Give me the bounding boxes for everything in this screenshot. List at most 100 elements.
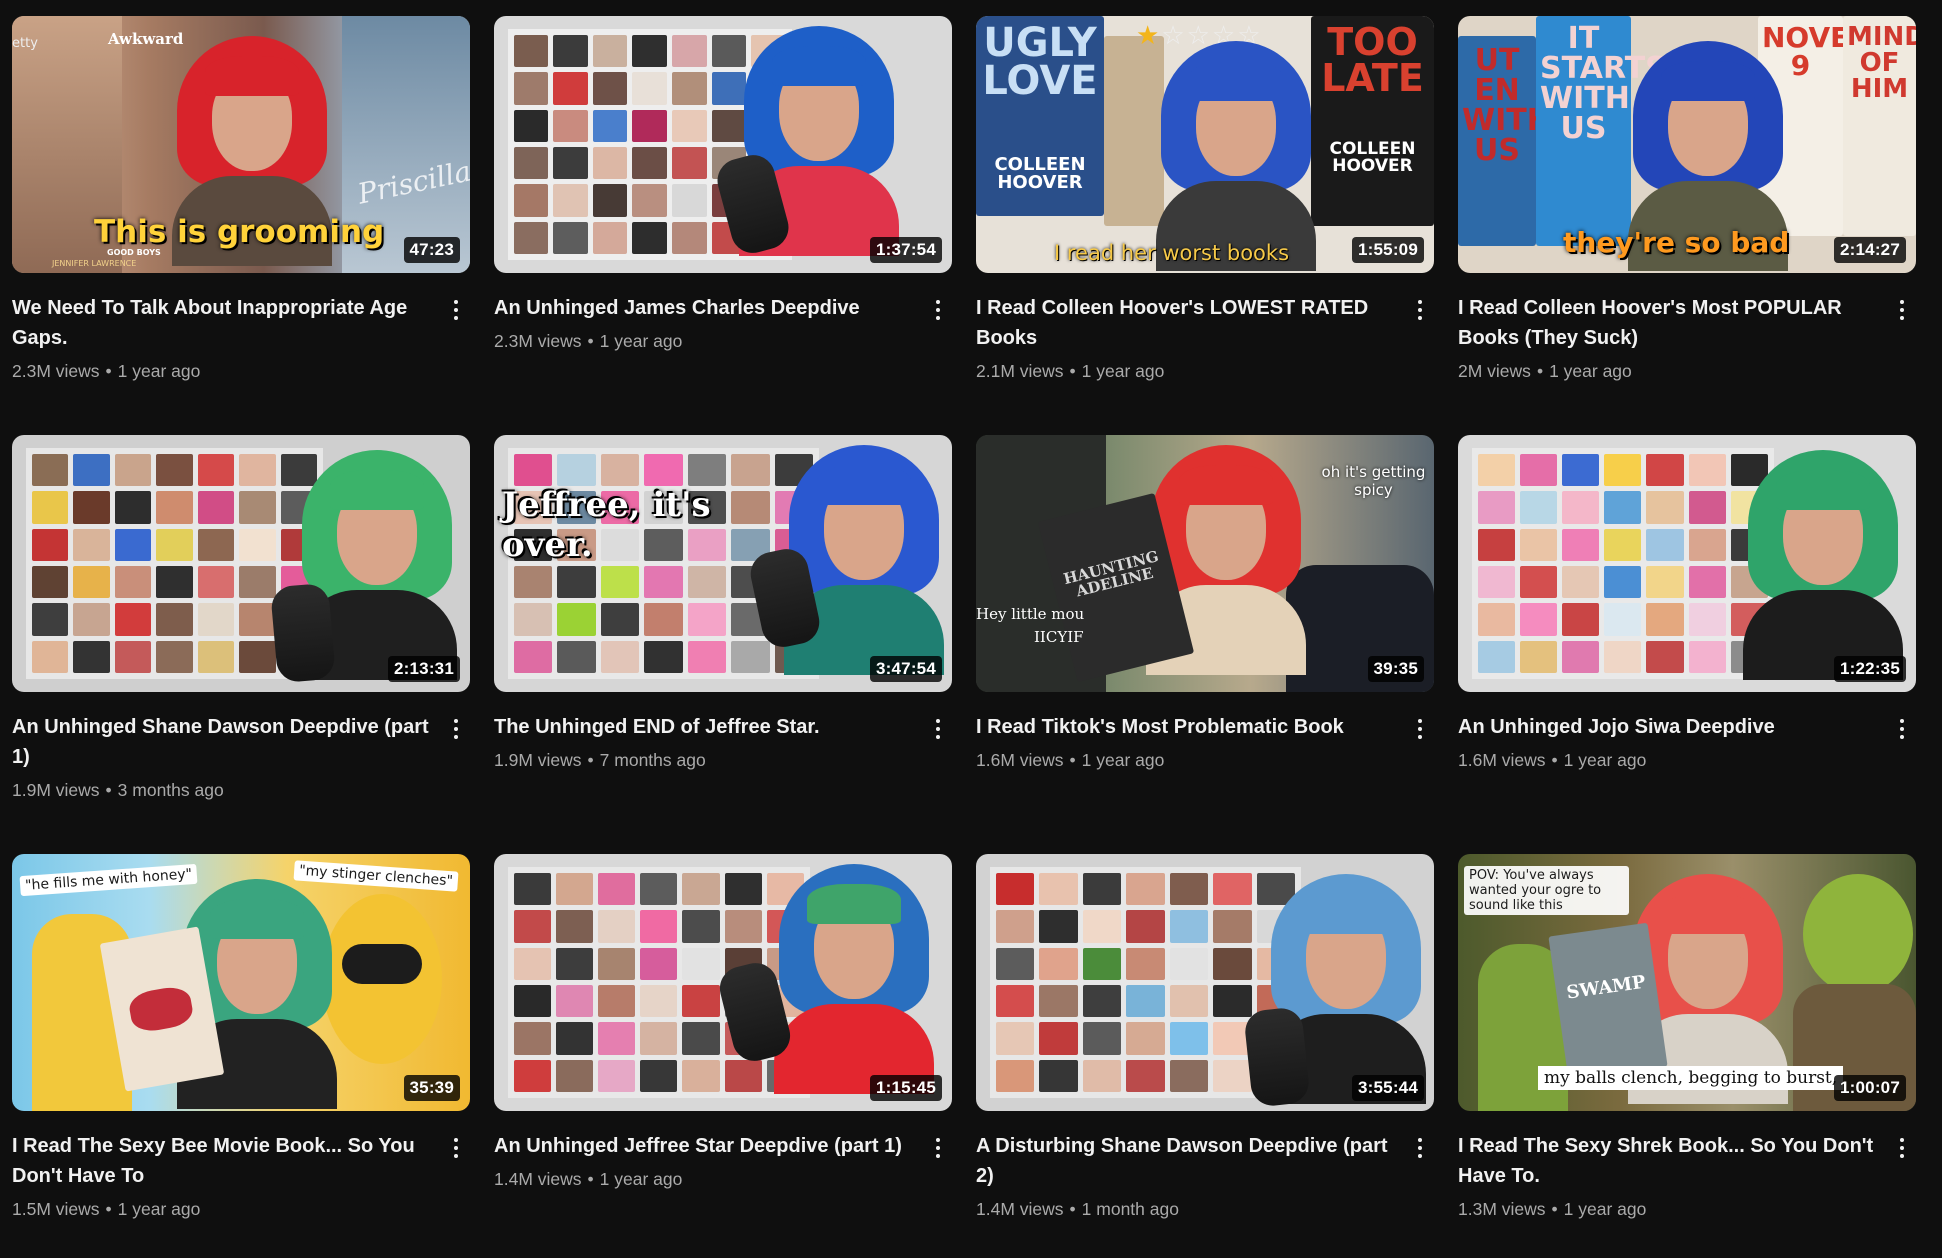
more-options-icon[interactable] [926,1133,950,1163]
video-meta: A Disturbing Shane Dawson Deepdive (part… [976,1131,1434,1223]
video-card[interactable]: "he fills me with honey" "my stinger cle… [12,854,470,1258]
upload-age: 1 year ago [1081,750,1165,770]
thumbnail-label: Awkward [108,30,184,48]
view-count: 2.3M views [12,361,100,381]
video-card[interactable]: SWAMP POV: You've always wanted your ogr… [1458,854,1916,1258]
more-options-icon[interactable] [926,714,950,744]
video-thumbnail[interactable]: etty Awkward Priscilla GOOD BOYS JENNIFE… [12,16,470,273]
duration-badge: 3:55:44 [1352,1075,1424,1101]
video-title[interactable]: I Read The Sexy Bee Movie Book... So You… [12,1131,434,1191]
more-options-icon[interactable] [444,1133,468,1163]
upload-age: 1 year ago [1081,361,1165,381]
duration-badge: 1:15:45 [870,1075,942,1101]
upload-age: 1 year ago [117,361,201,381]
duration-badge: 1:37:54 [870,237,942,263]
video-thumbnail[interactable]: SWAMP POV: You've always wanted your ogr… [1458,854,1916,1111]
video-stats: 1.9M views • 3 months ago [12,776,434,804]
thumbnail-overlay-text: This is grooming [94,214,385,250]
separator: • [105,361,112,381]
video-title[interactable]: An Unhinged Jojo Siwa Deepdive [1458,712,1880,742]
view-count: 2.1M views [976,361,1064,381]
more-options-icon[interactable] [1890,1133,1914,1163]
upload-age: 1 year ago [599,331,683,351]
video-thumbnail[interactable]: 1:15:45 [494,854,952,1111]
video-card[interactable]: 3:55:44 A Disturbing Shane Dawson Deepdi… [976,854,1434,1258]
video-card[interactable]: UT EN WITH US IT STARTS WITH US NOVEMBER… [1458,16,1916,420]
video-stats: 1.6M views • 1 year ago [1458,746,1880,774]
book-cover: TOO LATE COLLEEN HOOVER [1311,16,1434,226]
video-stats: 2.1M views • 1 year ago [976,357,1398,385]
video-stats: 1.9M views • 7 months ago [494,746,916,774]
book-cover: UGLY LOVE COLLEEN HOOVER [976,16,1104,216]
video-card[interactable]: etty Awkward Priscilla GOOD BOYS JENNIFE… [12,16,470,420]
thumbnail-overlay-text: Jeffree, it's over. [502,485,711,565]
upload-age: 1 month ago [1081,1199,1179,1219]
video-card[interactable]: 1:22:35 An Unhinged Jojo Siwa Deepdive 1… [1458,435,1916,839]
video-card[interactable]: UGLY LOVE COLLEEN HOOVER TOO LATE COLLEE… [976,16,1434,420]
upload-age: 1 year ago [599,1169,683,1189]
video-grid: etty Awkward Priscilla GOOD BOYS JENNIFE… [12,16,1916,1258]
video-meta: We Need To Talk About Inappropriate Age … [12,293,470,385]
duration-badge: 1:00:07 [1834,1075,1906,1101]
more-options-icon[interactable] [1408,714,1432,744]
thumbnail-label: Hey little mou [976,605,1085,623]
more-options-icon[interactable] [926,295,950,325]
upload-age: 3 months ago [117,780,224,800]
video-card[interactable]: 2:13:31 An Unhinged Shane Dawson Deepdiv… [12,435,470,839]
video-title[interactable]: We Need To Talk About Inappropriate Age … [12,293,434,353]
video-thumbnail[interactable]: 3:55:44 [976,854,1434,1111]
microphone-icon [1243,1006,1311,1108]
video-meta: An Unhinged James Charles Deepdive 2.3M … [494,293,952,355]
video-meta: I Read Colleen Hoover's LOWEST RATED Boo… [976,293,1434,385]
thumbnail-label: IICYIF [1034,628,1084,646]
video-thumbnail[interactable]: 2:13:31 [12,435,470,692]
video-thumbnail[interactable]: "he fills me with honey" "my stinger cle… [12,854,470,1111]
separator: • [1551,750,1558,770]
thumbnail-overlay-text: my balls clench, begging to burst, [1538,1066,1844,1090]
separator: • [105,1199,112,1219]
thumbnail-label: oh it's getting spicy [1321,463,1426,499]
more-options-icon[interactable] [1890,714,1914,744]
video-stats: 1.5M views • 1 year ago [12,1195,434,1223]
video-title[interactable]: I Read Colleen Hoover's LOWEST RATED Boo… [976,293,1398,353]
view-count: 1.9M views [12,780,100,800]
video-thumbnail[interactable]: UT EN WITH US IT STARTS WITH US NOVEMBER… [1458,16,1916,273]
upload-age: 1 year ago [1549,361,1632,381]
video-stats: 1.4M views • 1 month ago [976,1195,1398,1223]
video-title[interactable]: The Unhinged END of Jeffree Star. [494,712,916,742]
video-thumbnail[interactable]: 1:37:54 [494,16,952,273]
more-options-icon[interactable] [444,714,468,744]
thumbnail-label: JENNIFER LAWRENCE [52,259,137,268]
separator: • [587,1169,594,1189]
video-title[interactable]: An Unhinged Shane Dawson Deepdive (part … [12,712,434,772]
video-meta: I Read Colleen Hoover's Most POPULAR Boo… [1458,293,1916,385]
video-thumbnail[interactable]: Jeffree, it's over. 3:47:54 [494,435,952,692]
video-thumbnail[interactable]: UGLY LOVE COLLEEN HOOVER TOO LATE COLLEE… [976,16,1434,273]
separator: • [1069,1199,1076,1219]
video-card[interactable]: Jeffree, it's over. 3:47:54 The Unhinged… [494,435,952,839]
video-title[interactable]: A Disturbing Shane Dawson Deepdive (part… [976,1131,1398,1191]
more-options-icon[interactable] [1408,295,1432,325]
video-card[interactable]: 1:15:45 An Unhinged Jeffree Star Deepdiv… [494,854,952,1258]
more-options-icon[interactable] [1890,295,1914,325]
more-options-icon[interactable] [1408,1133,1432,1163]
view-count: 1.5M views [12,1199,100,1219]
upload-age: 1 year ago [1563,750,1647,770]
video-title[interactable]: I Read The Sexy Shrek Book... So You Don… [1458,1131,1880,1191]
separator: • [1069,750,1076,770]
video-card[interactable]: 1:37:54 An Unhinged James Charles Deepdi… [494,16,952,420]
video-thumbnail[interactable]: 1:22:35 [1458,435,1916,692]
duration-badge: 1:22:35 [1834,656,1906,682]
video-card[interactable]: HAUNTING ADELINE oh it's getting spicy H… [976,435,1434,839]
video-title[interactable]: An Unhinged Jeffree Star Deepdive (part … [494,1131,916,1161]
more-options-icon[interactable] [444,295,468,325]
video-title[interactable]: I Read Tiktok's Most Problematic Book [976,712,1398,742]
video-title[interactable]: I Read Colleen Hoover's Most POPULAR Boo… [1458,293,1880,353]
video-meta: An Unhinged Jeffree Star Deepdive (part … [494,1131,952,1193]
video-meta: An Unhinged Shane Dawson Deepdive (part … [12,712,470,804]
view-count: 1.4M views [976,1199,1064,1219]
duration-badge: 2:14:27 [1834,237,1906,263]
duration-badge: 3:47:54 [870,656,942,682]
video-thumbnail[interactable]: HAUNTING ADELINE oh it's getting spicy H… [976,435,1434,692]
video-title[interactable]: An Unhinged James Charles Deepdive [494,293,916,323]
